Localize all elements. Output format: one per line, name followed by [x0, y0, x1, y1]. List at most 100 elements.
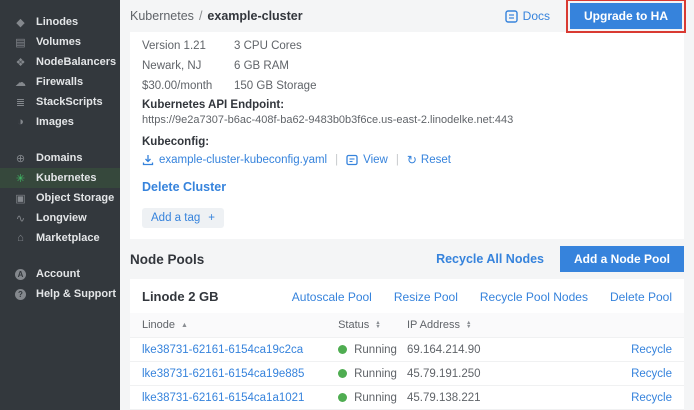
- column-label: Status: [338, 319, 369, 331]
- cluster-ram: 6 GB RAM: [234, 60, 672, 72]
- status-label: Running: [354, 368, 397, 380]
- status-running-dot: [338, 369, 347, 378]
- recycle-node-link[interactable]: Recycle: [631, 392, 672, 404]
- topbar-actions: Docs Upgrade to HA: [505, 0, 686, 33]
- autoscale-pool-link[interactable]: Autoscale Pool: [292, 290, 372, 304]
- object-storage-icon: ▣: [13, 192, 28, 205]
- sidebar-item-label: Object Storage: [36, 192, 114, 204]
- kubeconfig-download-link[interactable]: example-cluster-kubeconfig.yaml: [142, 154, 327, 166]
- breadcrumb-section-link[interactable]: Kubernetes: [130, 9, 194, 23]
- sidebar-item-label: StackScripts: [36, 96, 103, 108]
- api-endpoint-label: Kubernetes API Endpoint:: [142, 99, 672, 111]
- resize-pool-link[interactable]: Resize Pool: [394, 290, 458, 304]
- sidebar-item-stackscripts[interactable]: ≣ StackScripts: [0, 92, 120, 112]
- divider: |: [335, 154, 338, 166]
- pool-action-links: Autoscale Pool Resize Pool Recycle Pool …: [270, 290, 672, 304]
- status-running-dot: [338, 345, 347, 354]
- kubeconfig-view-label: View: [363, 154, 388, 166]
- api-endpoint-url: https://9e2a7307-b6ac-408f-ba62-9483b0b3…: [142, 114, 672, 126]
- cluster-cpu: 3 CPU Cores: [234, 40, 672, 52]
- cluster-version: Version 1.21: [142, 40, 234, 52]
- table-header-row: Linode ▲ Status ▲▼ IP Address ▲▼: [130, 313, 684, 337]
- sidebar-item-label: Marketplace: [36, 232, 100, 244]
- sidebar-item-help-support[interactable]: ?Help & Support: [0, 284, 120, 304]
- delete-pool-link[interactable]: Delete Pool: [610, 290, 672, 304]
- status-label: Running: [354, 392, 397, 404]
- node-link[interactable]: lke38731-62161-6154ca19e885: [142, 368, 304, 380]
- download-icon: [142, 154, 154, 166]
- add-node-pool-button[interactable]: Add a Node Pool: [560, 246, 684, 272]
- column-label: IP Address: [407, 319, 460, 331]
- kubeconfig-actions: example-cluster-kubeconfig.yaml | View |…: [142, 153, 672, 167]
- kubeconfig-view-link[interactable]: View: [346, 154, 388, 166]
- sidebar-item-label: Volumes: [36, 36, 81, 48]
- sidebar-group-compute: ◆Linodes ▤Volumes ❖ NodeBalancers ☁Firewa…: [0, 12, 120, 132]
- kubeconfig-reset-label: Reset: [421, 154, 451, 166]
- node-link[interactable]: lke38731-62161-6154ca19c2ca: [142, 344, 303, 356]
- sidebar-item-domains[interactable]: ⊕Domains: [0, 148, 120, 168]
- table-row: lke38731-62161-6154ca19e885 Running 45.7…: [130, 361, 684, 385]
- nodebalancers-icon: ❖: [13, 56, 28, 69]
- sidebar-item-label: NodeBalancers: [36, 56, 116, 68]
- table-row: lke38731-62161-6154ca1a1021 Running 45.7…: [130, 385, 684, 409]
- account-icon: A: [13, 269, 28, 280]
- sidebar-item-linodes[interactable]: ◆Linodes: [0, 12, 120, 32]
- docs-icon: [505, 10, 518, 23]
- stackscripts-icon: ≣: [13, 96, 28, 109]
- node-ip: 45.79.191.250: [407, 368, 555, 380]
- sidebar-item-volumes[interactable]: ▤Volumes: [0, 32, 120, 52]
- node-ip: 69.164.214.90: [407, 344, 555, 356]
- firewalls-icon: ☁: [13, 76, 28, 89]
- docs-label: Docs: [523, 9, 550, 23]
- node-pools-actions: Recycle All Nodes Add a Node Pool: [436, 246, 684, 272]
- sort-ascending-icon: ▲: [181, 322, 188, 329]
- main-content: Kubernetes/example-cluster Docs Upgrade …: [120, 0, 694, 410]
- kubeconfig-file-label: example-cluster-kubeconfig.yaml: [159, 154, 327, 166]
- recycle-node-link[interactable]: Recycle: [631, 344, 672, 356]
- sidebar-item-label: Longview: [36, 212, 87, 224]
- sidebar-item-label: Images: [36, 116, 74, 128]
- sidebar-item-images[interactable]: ◑Images: [0, 112, 120, 132]
- sidebar-item-kubernetes[interactable]: ✳ Kubernetes: [0, 168, 120, 188]
- pool-name: Linode 2 GB: [142, 289, 219, 304]
- sort-icon: ▲▼: [466, 321, 471, 330]
- sidebar-group-services: ⊕Domains ✳ Kubernetes ▣ Object Storage ∿ Lo…: [0, 148, 120, 248]
- sidebar-item-label: Linodes: [36, 16, 78, 28]
- sidebar-item-label: Kubernetes: [36, 172, 97, 184]
- recycle-all-nodes-link[interactable]: Recycle All Nodes: [436, 252, 544, 266]
- sidebar-item-firewalls[interactable]: ☁Firewalls: [0, 72, 120, 92]
- column-header-status[interactable]: Status ▲▼: [338, 319, 407, 331]
- cluster-summary-card: Version 1.213 CPU Cores Newark, NJ6 GB R…: [130, 32, 684, 239]
- longview-icon: ∿: [13, 212, 28, 225]
- column-label: Linode: [142, 319, 175, 331]
- add-tag-label: Add a tag: [151, 212, 200, 224]
- recycle-pool-nodes-link[interactable]: Recycle Pool Nodes: [480, 290, 588, 304]
- sidebar-item-account[interactable]: A Account: [0, 264, 120, 284]
- status-running-dot: [338, 393, 347, 402]
- column-header-ip-address[interactable]: IP Address ▲▼: [407, 319, 555, 331]
- kubeconfig-label: Kubeconfig:: [142, 136, 672, 148]
- help-icon: ?: [13, 289, 28, 300]
- kubeconfig-reset-link[interactable]: ↻ Reset: [407, 153, 451, 167]
- breadcrumb: Kubernetes/example-cluster: [130, 9, 303, 23]
- recycle-node-link[interactable]: Recycle: [631, 368, 672, 380]
- sidebar-item-label: Account: [36, 268, 80, 280]
- breadcrumb-separator: /: [199, 9, 202, 23]
- view-icon: [346, 154, 358, 166]
- sidebar-item-nodebalancers[interactable]: ❖ NodeBalancers: [0, 52, 120, 72]
- table-row: lke38731-62161-6154ca19c2ca Running 69.1…: [130, 337, 684, 361]
- kubernetes-icon: ✳: [13, 172, 28, 185]
- docs-link[interactable]: Docs: [505, 9, 550, 23]
- add-tag-button[interactable]: Add a tag +: [142, 208, 224, 228]
- column-header-linode[interactable]: Linode ▲: [142, 319, 338, 331]
- node-pools-title: Node Pools: [130, 252, 204, 267]
- domains-icon: ⊕: [13, 152, 28, 165]
- cluster-storage: 150 GB Storage: [234, 80, 672, 92]
- divider: |: [396, 154, 399, 166]
- upgrade-to-ha-button[interactable]: Upgrade to HA: [570, 3, 682, 29]
- sidebar-item-longview[interactable]: ∿ Longview: [0, 208, 120, 228]
- delete-cluster-link[interactable]: Delete Cluster: [142, 180, 672, 194]
- sidebar-item-marketplace[interactable]: ⌂Marketplace: [0, 228, 120, 248]
- node-link[interactable]: lke38731-62161-6154ca1a1021: [142, 392, 304, 404]
- sidebar-item-object-storage[interactable]: ▣ Object Storage: [0, 188, 120, 208]
